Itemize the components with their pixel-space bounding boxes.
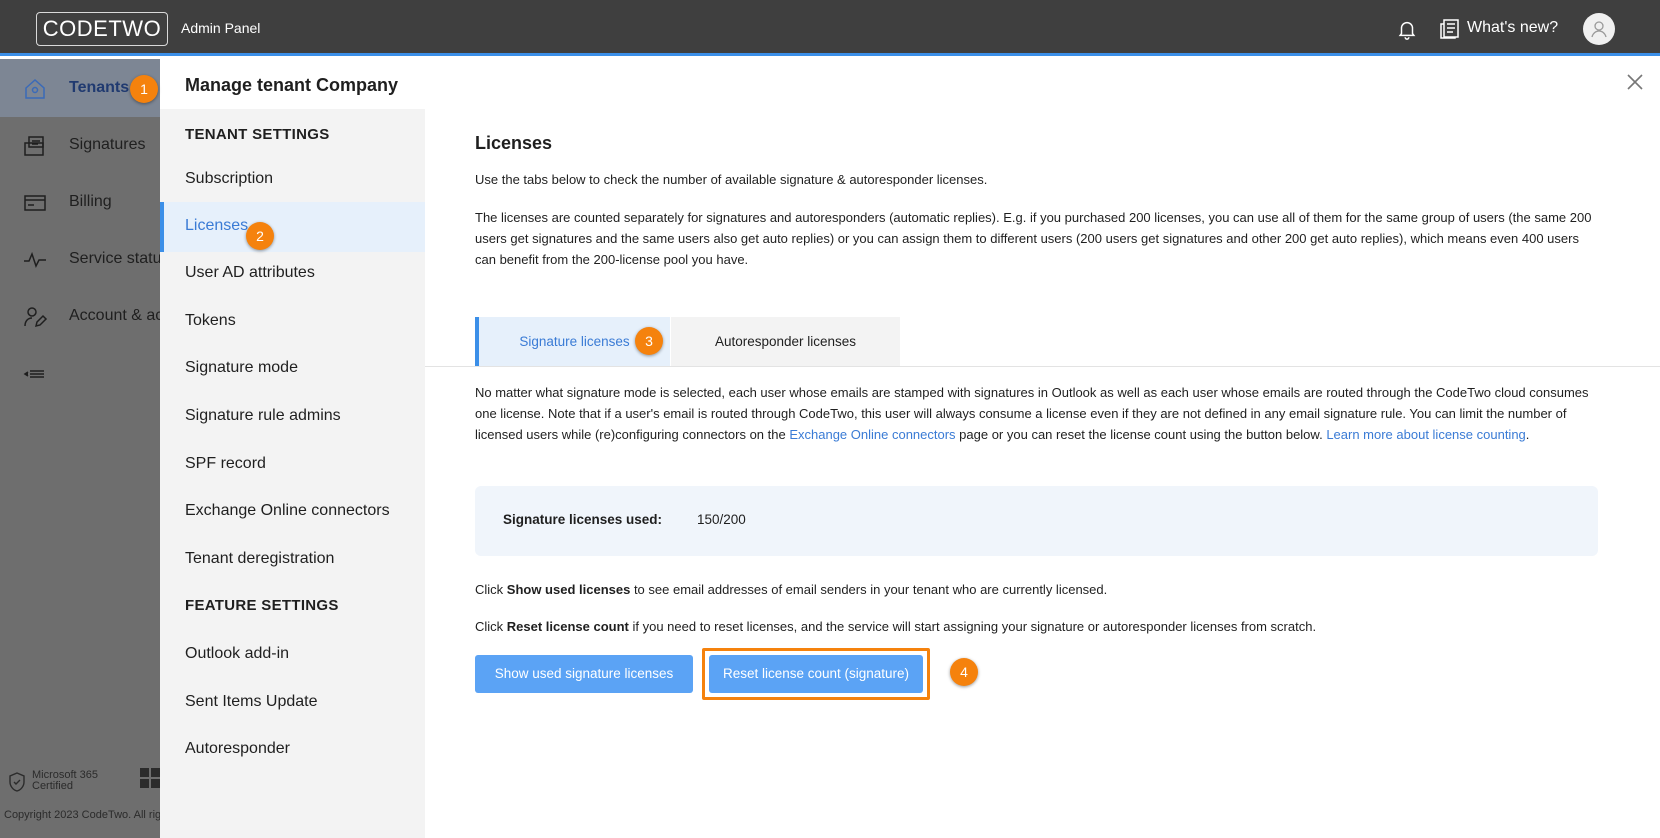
app-nav-label: Tenants [69, 79, 130, 96]
nav-subscription[interactable]: Subscription [160, 155, 425, 205]
nav-tokens[interactable]: Tokens [160, 297, 425, 347]
logo-text-two: TWO [108, 16, 162, 41]
nav-label: SPF record [185, 455, 266, 472]
close-icon[interactable] [1626, 73, 1644, 91]
intro-text: Use the tabs below to check the number o… [475, 172, 988, 187]
nav-signature-mode[interactable]: Signature mode [160, 344, 425, 394]
hint-bold: Reset license count [506, 619, 629, 634]
exchange-connectors-link[interactable]: Exchange Online connectors [789, 427, 955, 442]
nav-label: Licenses [185, 217, 249, 234]
codetwo-logo[interactable]: CODETWO [36, 12, 168, 46]
callout-badge-1: 1 [130, 75, 158, 103]
desc-text: . [1525, 427, 1530, 442]
show-used-licenses-button[interactable]: Show used signature licenses [475, 655, 693, 693]
feature-settings-heading: FEATURE SETTINGS [185, 597, 339, 614]
logo-text-code: CODE [42, 16, 109, 41]
licenses-used-value: 150/200 [697, 512, 746, 527]
pulse-icon [24, 251, 46, 268]
callout-badge-4: 4 [950, 658, 978, 686]
app-nav-label: Billing [69, 193, 112, 210]
signatures-icon [24, 136, 44, 156]
nav-label: Exchange Online connectors [185, 502, 390, 519]
nav-label: Signature rule admins [185, 407, 341, 424]
nav-label: Signature mode [185, 359, 298, 376]
nav-label: Tenant deregistration [185, 550, 335, 567]
news-icon[interactable] [1440, 18, 1460, 40]
hint-text: Click [475, 619, 507, 634]
desc-text: page or you can reset the license count … [955, 427, 1327, 442]
hint-text: if you need to reset licenses, and the s… [628, 619, 1317, 634]
licenses-used-label: Signature licenses used: [503, 512, 663, 527]
panel-title: Manage tenant Company [185, 75, 399, 95]
user-edit-icon [24, 307, 48, 328]
hint-text: to see email addresses of email senders … [630, 582, 1108, 597]
settings-nav: TENANT SETTINGS Subscription Licenses Us… [160, 109, 425, 838]
app-sidebar: Tenants Signatures Billing Service statu… [0, 59, 196, 838]
microsoft-logo-icon [140, 768, 160, 788]
hint-bold: Show used licenses [506, 582, 631, 597]
avatar[interactable] [1583, 13, 1615, 45]
nav-autoresponder[interactable]: Autoresponder [160, 725, 425, 775]
nav-sent-items-update[interactable]: Sent Items Update [160, 678, 425, 728]
cert-line-2: Certified [32, 780, 73, 792]
home-icon [25, 78, 45, 99]
top-bar: CODETWO Admin Panel What's new? [0, 0, 1660, 56]
nav-label: User AD attributes [185, 264, 315, 281]
nav-signature-rule-admins[interactable]: Signature rule admins [160, 392, 425, 442]
reset-hint: Click Reset license count if you need to… [475, 616, 1595, 637]
learn-more-link[interactable]: Learn more about license counting [1326, 427, 1525, 442]
nav-spf-record[interactable]: SPF record [160, 440, 425, 490]
hint-text: Click [475, 582, 507, 597]
tab-divider [425, 366, 1660, 367]
nav-exchange-online-connectors[interactable]: Exchange Online connectors [160, 487, 425, 537]
app-nav-account[interactable]: Account & access [0, 287, 196, 345]
show-used-hint: Click Show used licenses to see email ad… [475, 579, 1595, 600]
copyright-text: Copyright 2023 CodeTwo. All rights reser… [4, 809, 160, 821]
nav-label: Outlook add-in [185, 645, 290, 662]
explanation-text: The licenses are counted separately for … [475, 210, 1592, 267]
nav-outlook-add-in[interactable]: Outlook add-in [160, 630, 425, 680]
card-icon [24, 195, 46, 211]
app-nav-label: Service status [69, 250, 170, 267]
nav-user-ad-attributes[interactable]: User AD attributes [160, 249, 425, 299]
collapse-menu-icon [23, 370, 44, 378]
nav-label: Sent Items Update [185, 693, 318, 710]
tenant-settings-heading: TENANT SETTINGS [185, 126, 330, 143]
nav-label: Subscription [185, 170, 274, 187]
nav-licenses[interactable]: Licenses [160, 202, 425, 252]
licenses-used-box: Signature licenses used: 150/200 [475, 486, 1598, 556]
collapse-menu-button[interactable] [0, 344, 160, 402]
nav-label: Autoresponder [185, 740, 290, 757]
signature-license-description: No matter what signature mode is selecte… [475, 382, 1595, 445]
app-nav-service-status[interactable]: Service status [0, 230, 169, 288]
nav-tenant-deregistration[interactable]: Tenant deregistration [160, 535, 425, 585]
app-nav-billing[interactable]: Billing [0, 173, 160, 231]
reset-license-count-button[interactable]: Reset license count (signature) [709, 655, 923, 693]
tab-autoresponder-licenses[interactable]: Autoresponder licenses [671, 317, 900, 367]
user-icon [1591, 21, 1607, 38]
manage-tenant-panel: Manage tenant Company TENANT SETTINGS Su… [160, 59, 1660, 838]
shield-icon [9, 772, 25, 792]
nav-label: Tokens [185, 312, 236, 329]
app-nav-signatures[interactable]: Signatures [0, 116, 160, 174]
licenses-heading: Licenses [475, 133, 553, 153]
callout-badge-3: 3 [635, 327, 663, 355]
ms365-certified-badge: Microsoft 365 Certified [8, 770, 118, 794]
app-nav-label: Signatures [69, 136, 146, 153]
licenses-content: Licenses Use the tabs below to check the… [425, 109, 1660, 838]
app-title: Admin Panel [181, 20, 261, 36]
callout-badge-2: 2 [246, 222, 274, 250]
whats-new-link[interactable]: What's new? [1467, 19, 1558, 37]
bell-icon[interactable] [1396, 18, 1418, 40]
